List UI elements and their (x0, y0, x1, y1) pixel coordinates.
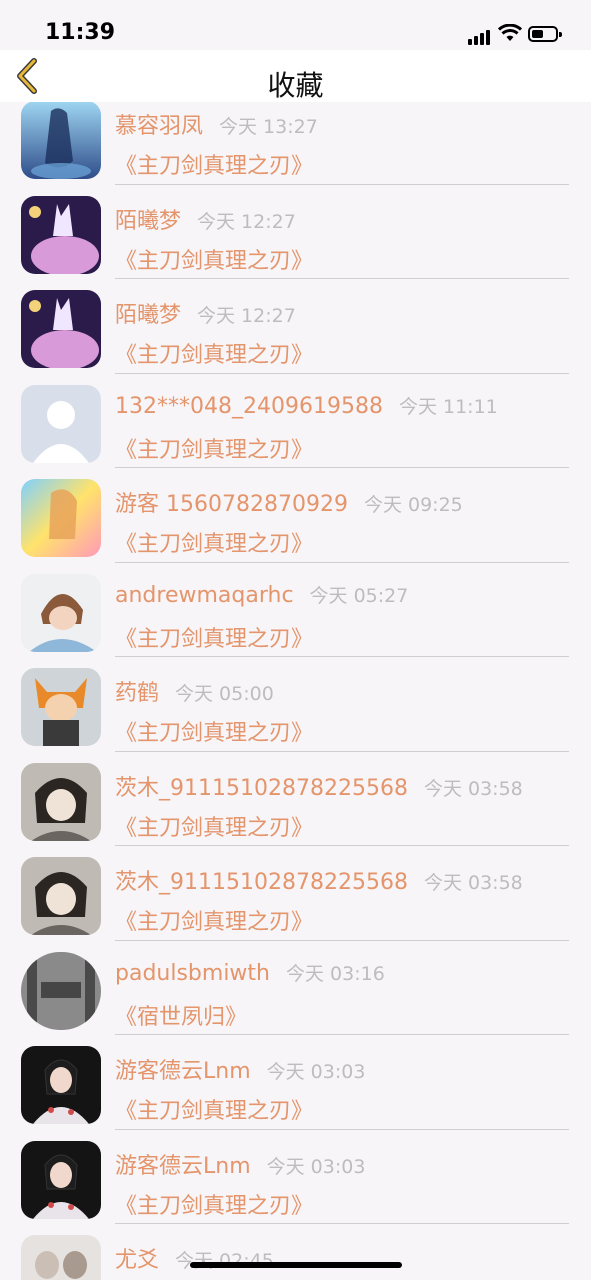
status-bar: 11:39 (0, 0, 591, 50)
favorite-time: 今天 13:27 (219, 116, 318, 138)
username[interactable]: 132***048_2409619588 今天 11:11 (115, 392, 498, 419)
avatar[interactable] (21, 668, 101, 746)
list-item[interactable]: 游客德云Lnm 今天 03:03 《主刀剑真理之刃》 (0, 1130, 591, 1224)
favorite-time: 今天 03:03 (266, 1155, 366, 1178)
book-title[interactable]: 《主刀剑真理之刃》 (115, 810, 313, 842)
username[interactable]: 茨木_91115102878225568 今天 03:58 (115, 864, 523, 896)
favorite-time: 今天 03:03 (266, 1061, 366, 1083)
avatar[interactable] (21, 762, 101, 841)
username[interactable]: padulsbmiwth 今天 03:16 (115, 959, 385, 986)
avatar[interactable] (21, 102, 101, 179)
home-indicator[interactable] (190, 1262, 402, 1268)
favorite-time: 今天 11:11 (398, 395, 498, 418)
favorite-time: 今天 12:27 (197, 305, 296, 327)
username[interactable]: 陌曦梦 今天 12:27 (115, 203, 296, 235)
favorite-time: 今天 03:16 (286, 962, 385, 985)
avatar[interactable] (21, 573, 101, 652)
cellular-signal-icon (468, 26, 492, 45)
avatar[interactable] (21, 951, 101, 1030)
avatar[interactable] (21, 1140, 101, 1219)
username[interactable]: 药鹤 今天 05:00 (115, 675, 274, 707)
username[interactable]: 尤爻 今天 02:45 (115, 1242, 274, 1274)
favorite-time: 今天 12:27 (197, 210, 296, 233)
favorite-time: 今天 05:00 (175, 683, 274, 705)
list-item[interactable]: 陌曦梦 今天 12:27 《主刀剑真理之刃》 (0, 279, 591, 374)
book-title[interactable]: 《主刀剑真理之刃》 (115, 1188, 313, 1220)
avatar[interactable] (21, 195, 101, 274)
list-item[interactable]: 陌曦梦 今天 12:27 《主刀剑真理之刃》 (0, 185, 591, 279)
favorite-time: 今天 09:25 (363, 494, 463, 516)
avatar[interactable] (21, 479, 101, 557)
username[interactable]: 茨木_9111510287822556​8 今天 03:58 (115, 770, 523, 802)
book-title[interactable]: 《主刀剑真理之刃》 (115, 526, 313, 558)
avatar[interactable] (21, 384, 101, 463)
list-item[interactable]: 尤爻 今天 02:45 (0, 1224, 591, 1280)
list-item[interactable]: 游客 1560782870929 今天 09:25 《主刀剑真理之刃》 (0, 468, 591, 563)
book-title[interactable]: 《宿世夙归》 (115, 999, 247, 1031)
list-item[interactable]: 慕容羽凤 今天 13:27 《主刀剑真理之刃》 (0, 102, 591, 185)
page-title: 收藏 (267, 69, 324, 102)
favorites-list: 慕容羽凤 今天 13:27 《主刀剑真理之刃》 陌曦梦 今天 12:27 《主刀剑真… (0, 102, 591, 1280)
favorite-time: 今天 03:58 (423, 777, 523, 800)
book-title[interactable]: 《主刀剑真理之刃》 (115, 621, 313, 653)
book-title[interactable]: 《主刀剑真理之刃》 (115, 148, 313, 180)
list-item[interactable]: 茨木_91115102878225568 今天 03:58 《主刀剑真理之刃》 (0, 846, 591, 941)
username[interactable]: 陌曦梦 今天 12:27 (115, 297, 296, 329)
avatar[interactable] (21, 857, 101, 935)
username[interactable]: andrewmaqarhc 今天 05:27 (115, 581, 408, 608)
username[interactable]: 游客德云Lnm 今天 03:03 (115, 1053, 365, 1085)
list-item[interactable]: 茨木_9111510287822556​8 今天 03:58 《主刀剑真理之刃》 (0, 752, 591, 846)
list-item[interactable]: padulsbmiwth 今天 03:16 《宿世夙归》 (0, 941, 591, 1035)
username[interactable]: 游客德云Lnm 今天 03:03 (115, 1148, 365, 1180)
wifi-icon (498, 24, 522, 41)
username[interactable]: 游客 1560782870929 今天 09:25 (115, 486, 463, 518)
favorite-time: 今天 03:58 (423, 872, 523, 894)
list-item[interactable]: 游客德云Lnm 今天 03:03 《主刀剑真理之刃》 (0, 1035, 591, 1130)
book-title[interactable]: 《主刀剑真理之刃》 (115, 337, 313, 369)
book-title[interactable]: 《主刀剑真理之刃》 (115, 243, 313, 275)
avatar[interactable] (21, 1046, 101, 1124)
list-item[interactable]: andrewmaqarhc 今天 05:27 《主刀剑真理之刃》 (0, 563, 591, 657)
avatar[interactable] (21, 290, 101, 368)
book-title[interactable]: 《主刀剑真理之刃》 (115, 904, 313, 936)
book-title[interactable]: 《主刀剑真理之刃》 (115, 715, 313, 747)
book-title[interactable]: 《主刀剑真理之刃》 (115, 432, 313, 464)
username[interactable]: 慕容羽凤 今天 13:27 (115, 108, 318, 140)
list-item[interactable]: 药鹤 今天 05:00 《主刀剑真理之刃》 (0, 657, 591, 752)
avatar[interactable] (21, 1235, 101, 1280)
navigation-bar: 收藏 (0, 50, 591, 102)
book-title[interactable]: 《主刀剑真理之刃》 (115, 1093, 313, 1125)
favorite-time: 今天 05:27 (309, 584, 409, 607)
list-item[interactable]: 132***048_2409619588 今天 11:11 《主刀剑真理之刃》 (0, 374, 591, 468)
status-time: 11:39 (45, 20, 116, 45)
favorite-time: 今天 02:45 (175, 1250, 274, 1272)
battery-icon (528, 26, 562, 42)
